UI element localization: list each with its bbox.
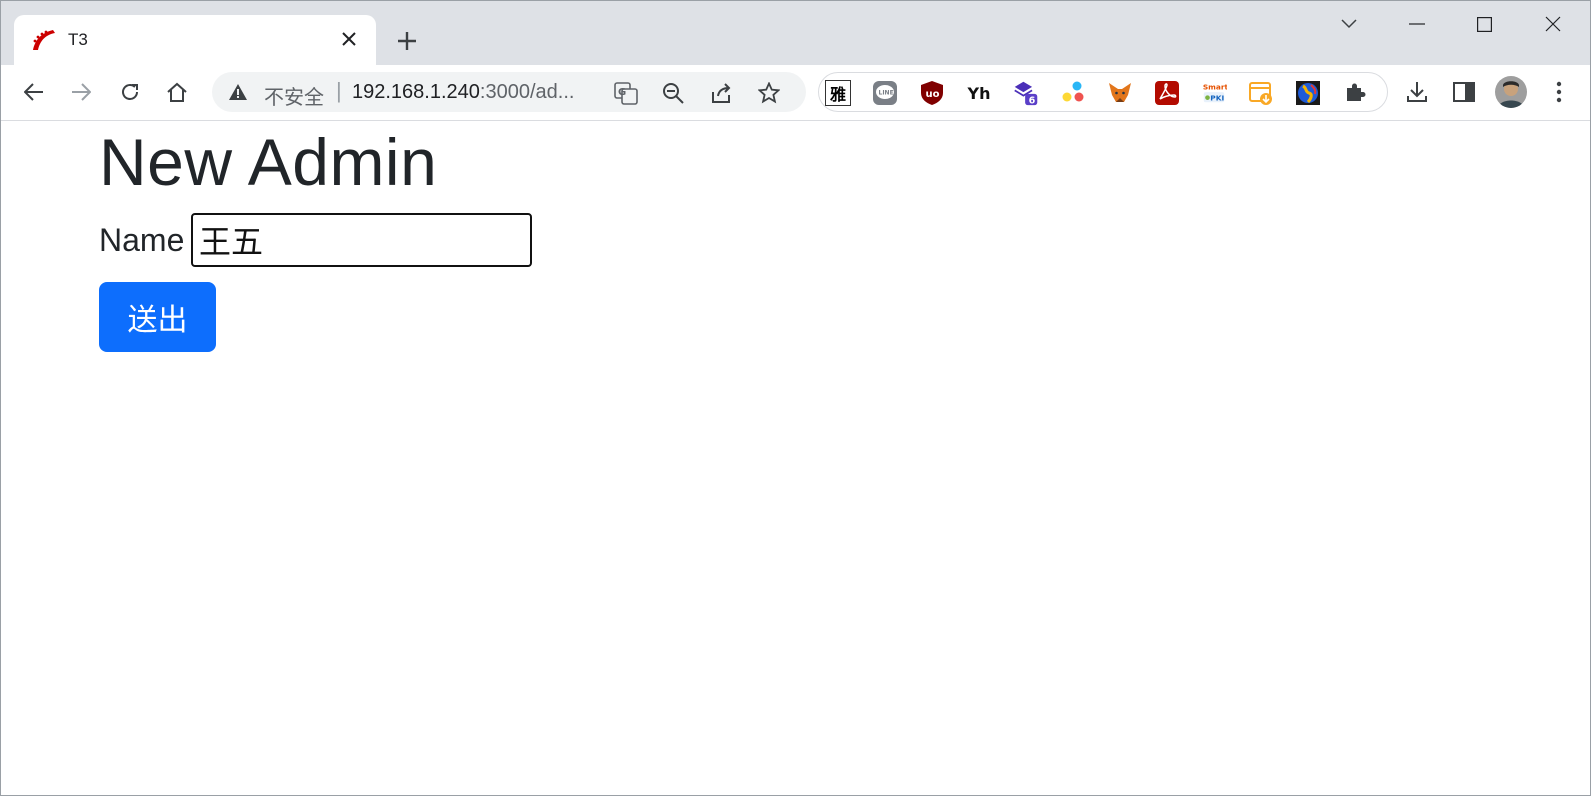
- tab-close-icon[interactable]: [336, 26, 362, 52]
- extensions-puzzle-icon[interactable]: [1342, 80, 1368, 106]
- stack-extension-icon[interactable]: 6: [1013, 80, 1039, 106]
- profile-avatar[interactable]: [1493, 74, 1529, 110]
- globe-extension-icon[interactable]: [1295, 80, 1321, 106]
- acrobat-icon[interactable]: [1154, 80, 1180, 106]
- page-title: New Admin: [99, 125, 438, 199]
- browser-window: T3 不安全 | 192.168.1.240:3000/ad... G 雅 LI…: [0, 0, 1591, 796]
- security-label[interactable]: 不安全: [264, 81, 324, 110]
- url-path: :3000/ad...: [479, 81, 575, 103]
- maximize-icon[interactable]: [1461, 9, 1507, 39]
- download-window-icon[interactable]: [1248, 80, 1274, 106]
- smart-pki-top-text: Smart: [1203, 82, 1227, 91]
- dots-extension-icon[interactable]: [1060, 80, 1086, 106]
- chrome-menu-icon[interactable]: [1541, 74, 1577, 110]
- smart-pki-icon[interactable]: Smart PKI: [1201, 80, 1227, 106]
- rails-icon: [31, 28, 57, 52]
- minimize-icon[interactable]: [1394, 9, 1440, 39]
- extensions-bar: 雅 LINE uo Yh 6 Smart PKI: [818, 72, 1388, 112]
- url-host: 192.168.1.240: [352, 81, 480, 103]
- ublock-origin-icon[interactable]: uo: [919, 80, 945, 106]
- forward-button[interactable]: [63, 74, 99, 110]
- tab-strip: T3: [1, 1, 1590, 65]
- tab-search-chevron-icon[interactable]: [1326, 9, 1372, 39]
- extension-badge: 6: [1029, 95, 1036, 106]
- url-text[interactable]: 192.168.1.240:3000/ad...: [352, 81, 574, 104]
- tab-title: T3: [68, 30, 88, 49]
- name-label: Name: [99, 222, 185, 258]
- share-icon[interactable]: [708, 80, 734, 106]
- svg-text:LINE: LINE: [879, 90, 894, 97]
- smart-pki-bottom-text: PKI: [1210, 93, 1224, 102]
- zoom-out-icon[interactable]: [660, 80, 686, 106]
- svg-text:uo: uo: [926, 89, 940, 100]
- submit-button[interactable]: 送出: [99, 282, 216, 352]
- home-button[interactable]: [159, 74, 195, 110]
- bookmark-star-icon[interactable]: [756, 80, 782, 106]
- address-bar[interactable]: 不安全 | 192.168.1.240:3000/ad... G: [212, 72, 806, 112]
- svg-text:G: G: [618, 87, 626, 98]
- yh-extension-icon[interactable]: Yh: [966, 80, 992, 106]
- side-panel-icon[interactable]: [1446, 74, 1482, 110]
- metamask-fox-icon[interactable]: [1107, 80, 1133, 106]
- downloads-icon[interactable]: [1399, 74, 1435, 110]
- ya-dictionary-icon[interactable]: 雅: [825, 80, 851, 106]
- new-tab-button[interactable]: [393, 27, 421, 55]
- name-input[interactable]: [191, 213, 532, 267]
- page-content: New Admin Name 送出: [1, 122, 1590, 795]
- line-icon[interactable]: LINE: [872, 80, 898, 106]
- translate-icon[interactable]: G: [613, 80, 639, 106]
- close-window-icon[interactable]: [1530, 9, 1576, 39]
- back-button[interactable]: [16, 74, 52, 110]
- security-separator: |: [336, 78, 342, 103]
- tab-t3[interactable]: T3: [14, 15, 376, 65]
- browser-toolbar: 不安全 | 192.168.1.240:3000/ad... G 雅 LINE …: [1, 65, 1590, 121]
- reload-button[interactable]: [112, 74, 148, 110]
- warning-icon[interactable]: [228, 82, 248, 102]
